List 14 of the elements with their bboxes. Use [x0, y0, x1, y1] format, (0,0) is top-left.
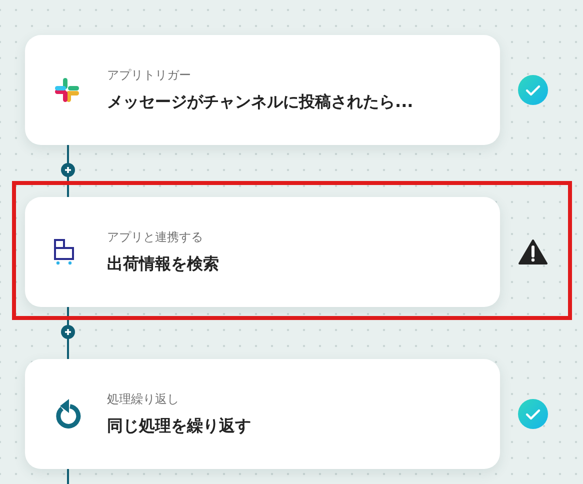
- step-category: アプリと連携する: [107, 229, 204, 246]
- add-step-button[interactable]: [61, 162, 75, 176]
- loop-icon: [53, 398, 81, 430]
- step-category: 処理繰り返し: [107, 391, 180, 408]
- step-category: アプリトリガー: [107, 67, 192, 84]
- step-title: 同じ処理を繰り返す: [107, 416, 251, 437]
- step-title: 出荷情報を検索: [107, 254, 219, 275]
- step-card[interactable]: 処理繰り返し 同じ処理を繰り返す: [25, 359, 500, 469]
- step-title: メッセージがチャンネルに投稿されたら...: [107, 92, 414, 113]
- add-step-button[interactable]: [61, 324, 75, 338]
- cart-icon: [53, 238, 75, 266]
- hash-logo-icon: [53, 76, 81, 104]
- step-card[interactable]: アプリトリガー メッセージがチャンネルに投稿されたら...: [25, 35, 500, 145]
- step-card[interactable]: アプリと連携する 出荷情報を検索: [25, 197, 500, 307]
